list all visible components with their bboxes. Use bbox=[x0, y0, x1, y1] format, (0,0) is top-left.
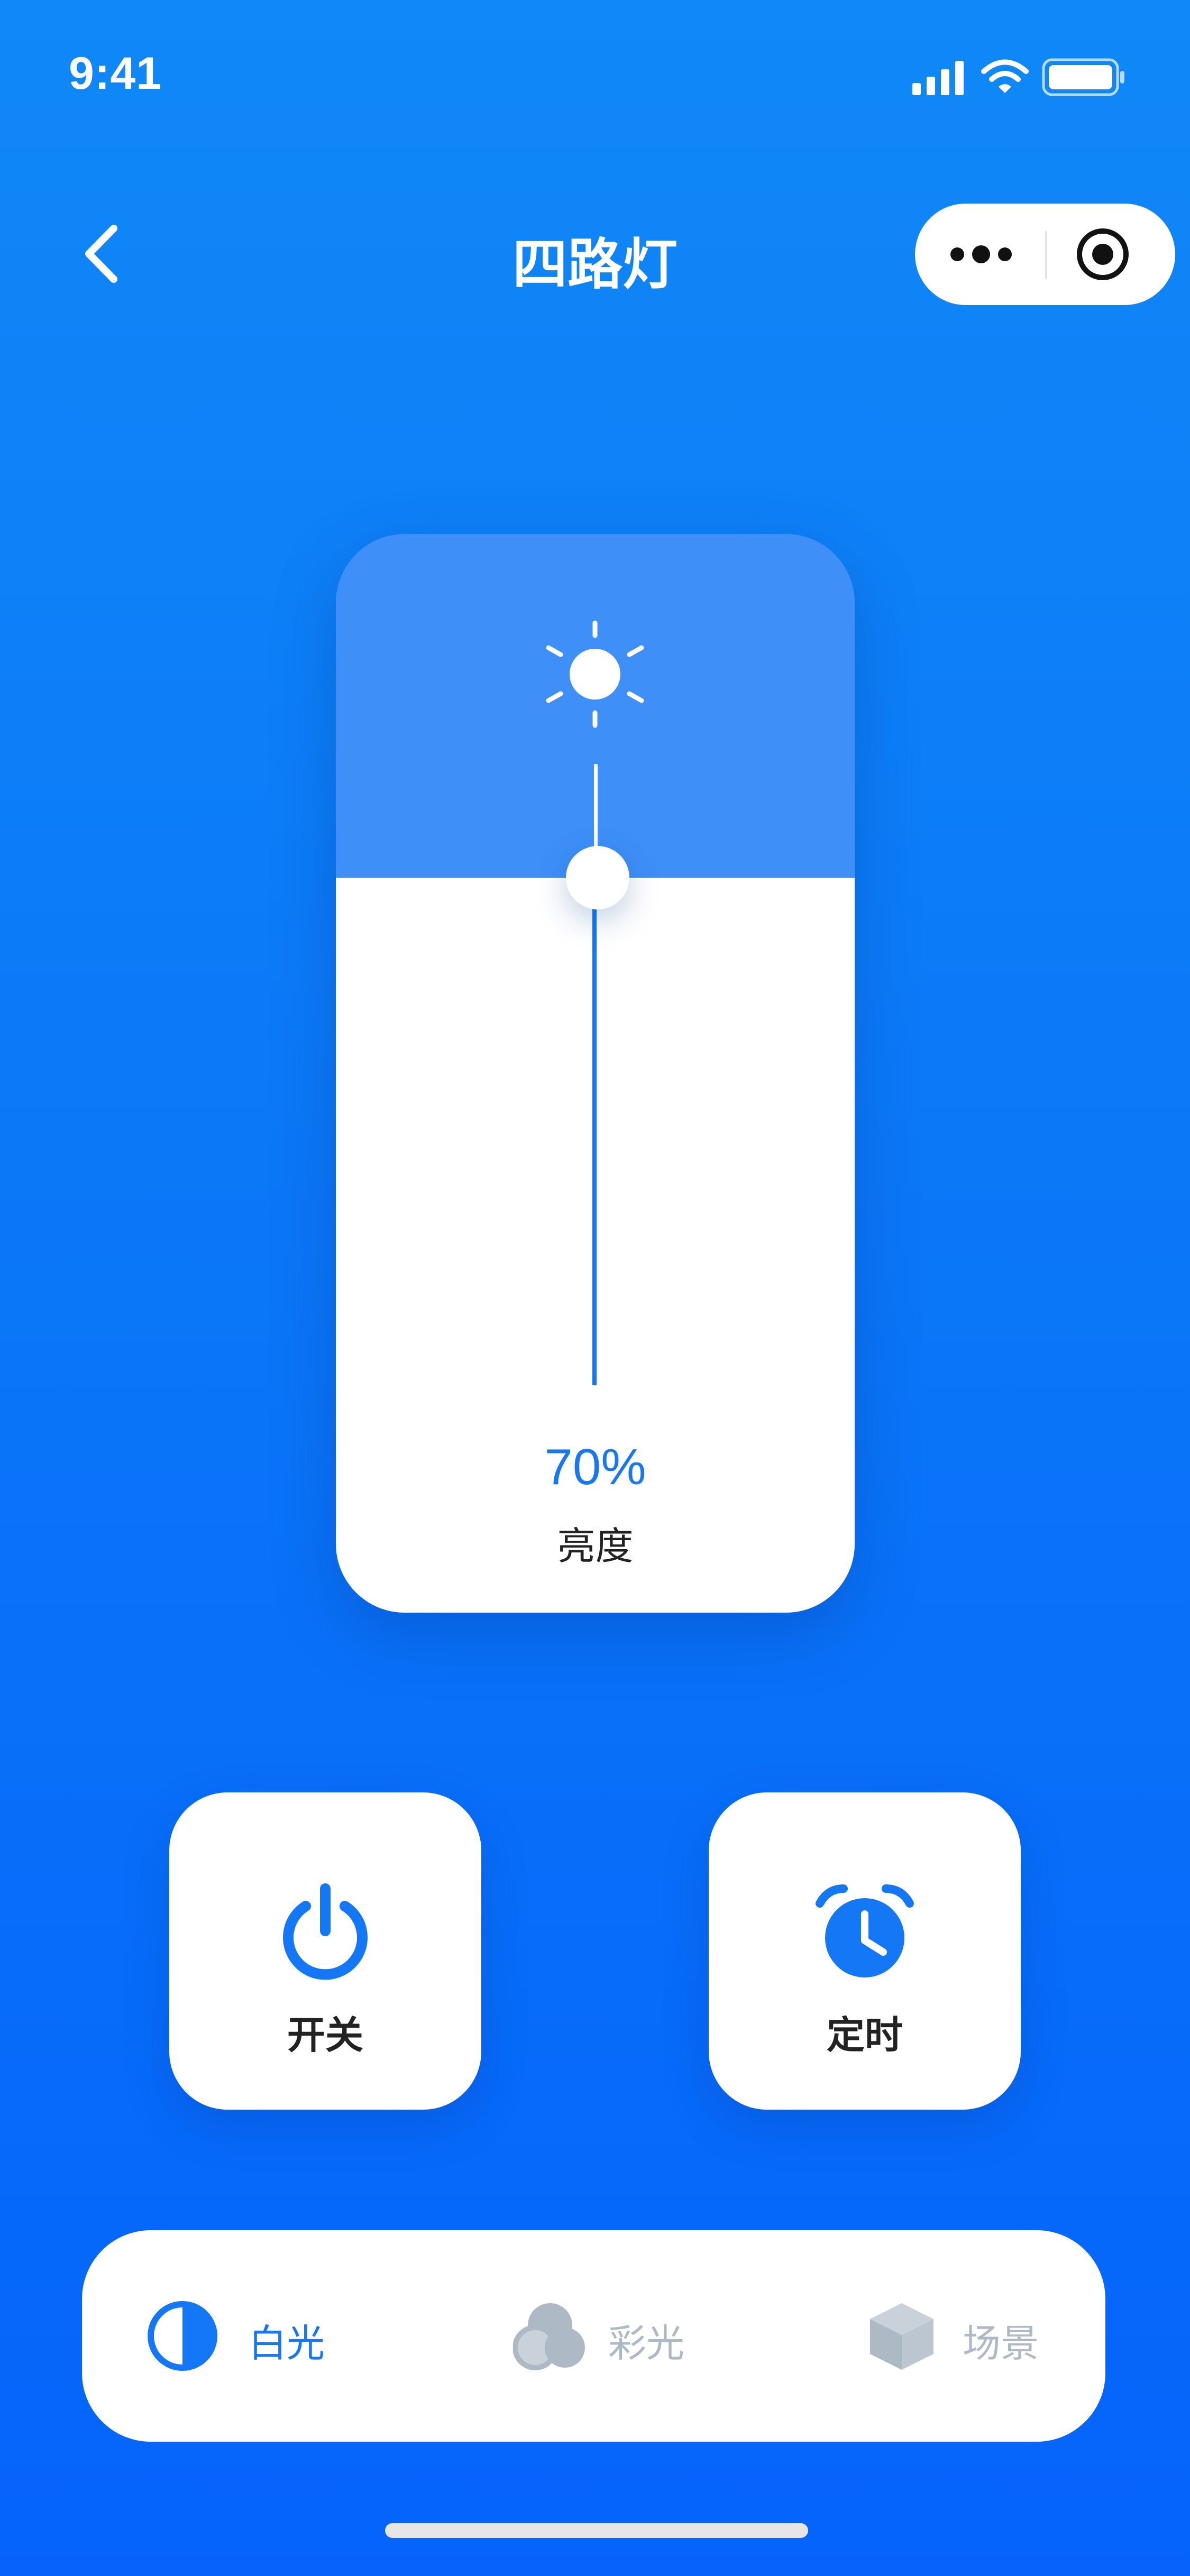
power-icon bbox=[283, 1883, 368, 1980]
alarm-clock-icon bbox=[816, 1884, 914, 1977]
signal-icon bbox=[912, 61, 964, 95]
status-time: 9:41 bbox=[69, 48, 162, 99]
tab-white-light[interactable]: 白光 bbox=[145, 2230, 368, 2442]
tab-label-scene: 场景 bbox=[963, 2321, 1039, 2366]
tab-label-color-light: 彩光 bbox=[608, 2321, 685, 2366]
battery-icon bbox=[1042, 58, 1124, 96]
timer-button[interactable]: 定时 bbox=[709, 1792, 1021, 2110]
cube-icon bbox=[870, 2303, 933, 2370]
tab-label-white-light: 白光 bbox=[249, 2321, 325, 2366]
more-icon[interactable] bbox=[941, 233, 1021, 275]
tab-scene[interactable]: 场景 bbox=[865, 2230, 1087, 2442]
mini-program-capsule bbox=[915, 204, 1175, 305]
brightness-label: 亮度 bbox=[557, 1524, 634, 1568]
timer-label: 定时 bbox=[826, 2013, 903, 2057]
capsule-divider bbox=[1045, 231, 1047, 279]
tab-color-light[interactable]: 彩光 bbox=[513, 2230, 735, 2442]
home-indicator bbox=[385, 2523, 808, 2538]
power-button[interactable]: 开关 bbox=[169, 1792, 481, 2110]
half-circle-icon bbox=[148, 2301, 217, 2371]
mode-tab-bar: 白光 彩光 场景 bbox=[82, 2230, 1105, 2442]
slider-knob[interactable] bbox=[566, 846, 629, 909]
close-target-icon[interactable] bbox=[1074, 228, 1132, 281]
wifi-icon bbox=[981, 59, 1029, 93]
brightness-value: 70% bbox=[544, 1439, 646, 1495]
sun-icon bbox=[546, 620, 644, 728]
color-circles-icon bbox=[513, 2303, 585, 2370]
power-label: 开关 bbox=[287, 2013, 363, 2057]
slider-track-lower bbox=[592, 899, 597, 1385]
